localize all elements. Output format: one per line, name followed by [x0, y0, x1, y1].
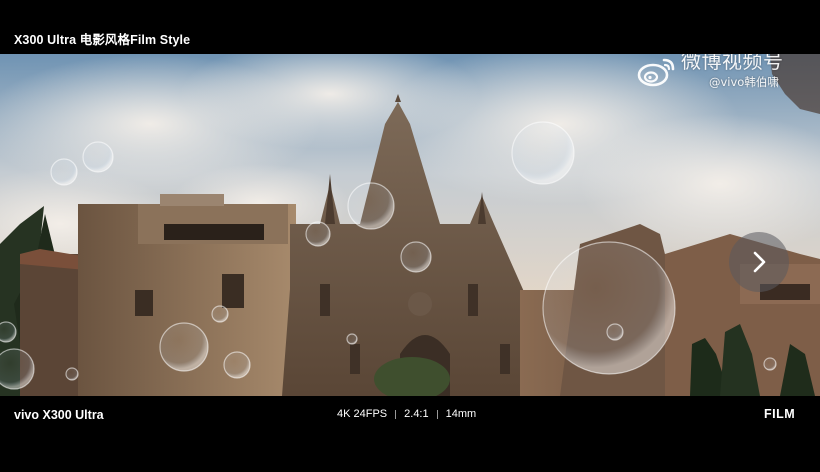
- device-name: vivo X300 Ultra: [14, 408, 104, 422]
- spec-resolution: 4K 24FPS: [337, 408, 388, 420]
- next-button[interactable]: [729, 232, 789, 292]
- cathedral-scene-image: [0, 54, 820, 396]
- video-frame[interactable]: 微博视频号 @vivo韩伯啸: [0, 54, 820, 396]
- bottom-bar: vivo X300 Ultra 4K 24FPS 2.4:1 14mm FILM: [0, 396, 820, 472]
- weibo-logo-icon: [637, 58, 675, 87]
- capture-specs: 4K 24FPS 2.4:1 14mm: [337, 408, 476, 420]
- watermark-brand: 微博视频号: [681, 54, 784, 73]
- spec-divider: [395, 409, 397, 419]
- video-title: X300 Ultra 电影风格Film Style: [14, 33, 191, 47]
- watermark-handle: @vivo韩伯啸: [709, 75, 779, 89]
- chevron-right-icon: [753, 251, 766, 273]
- weibo-watermark: 微博视频号 @vivo韩伯啸: [636, 54, 820, 94]
- spec-divider: [436, 409, 438, 419]
- film-badge: FILM: [764, 407, 796, 421]
- spec-aspect-ratio: 2.4:1: [404, 408, 429, 420]
- spec-focal-length: 14mm: [445, 408, 477, 420]
- top-bar: X300 Ultra 电影风格Film Style: [0, 0, 820, 54]
